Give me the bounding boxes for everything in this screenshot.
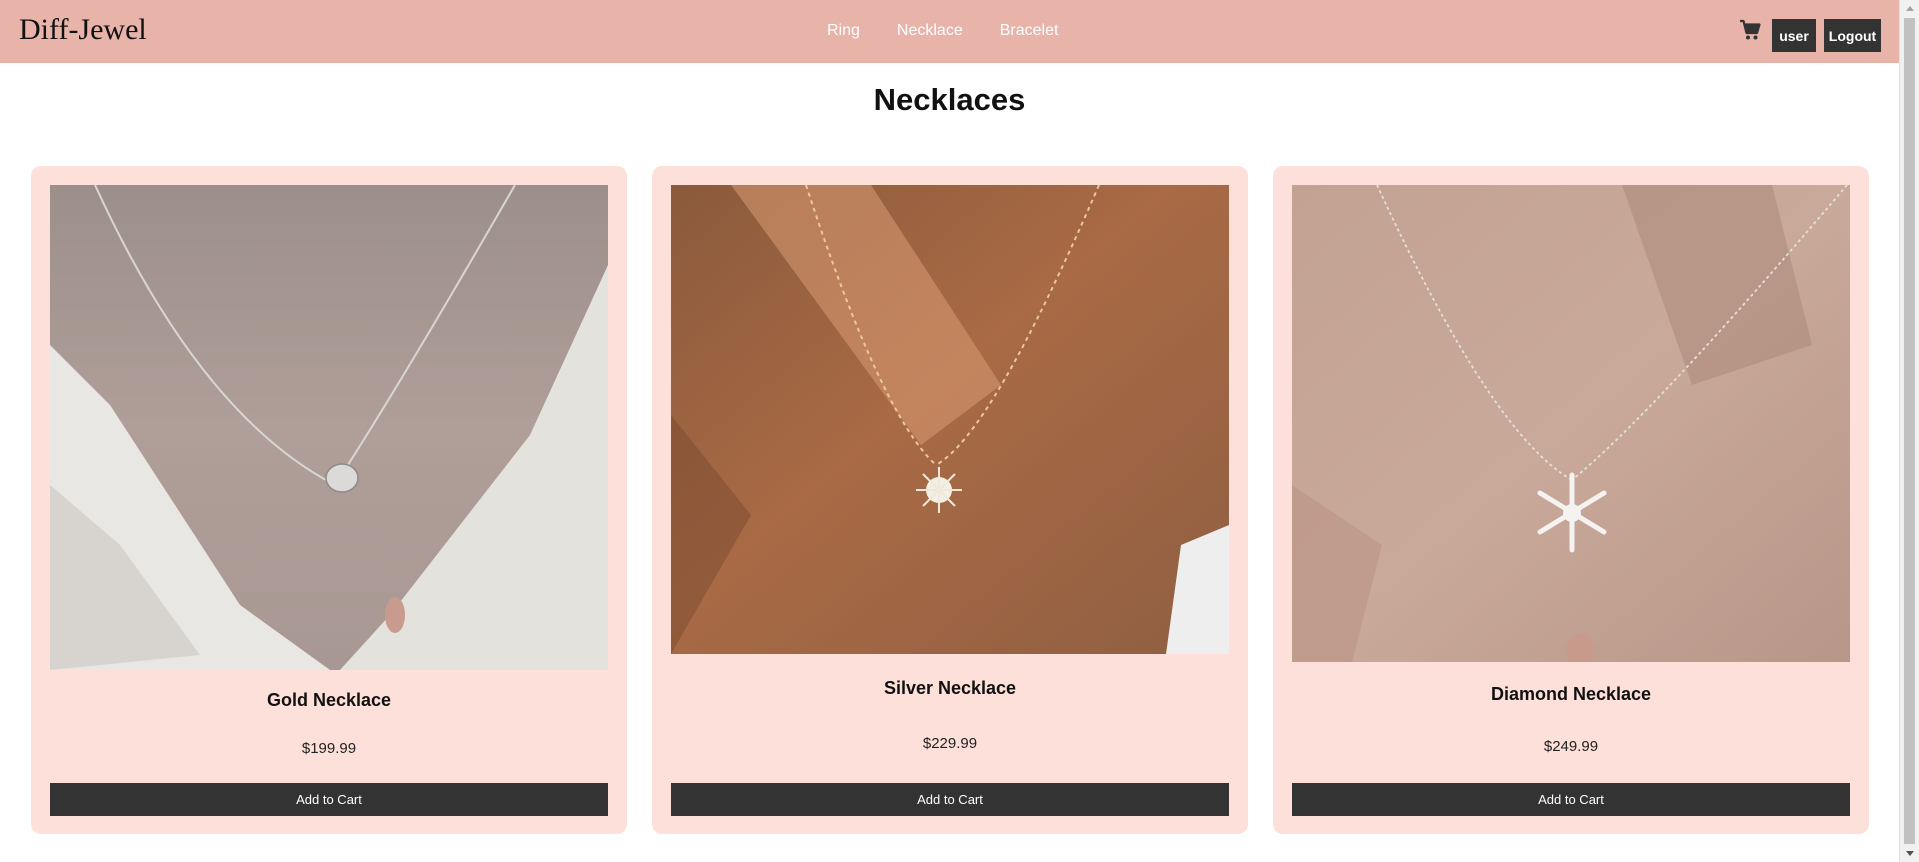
logout-button[interactable]: Logout	[1824, 19, 1881, 52]
top-navbar: Diff-Jewel Ring Necklace Bracelet user L…	[0, 0, 1899, 63]
brand-logo[interactable]: Diff-Jewel	[19, 12, 147, 48]
shopping-cart-icon[interactable]	[1739, 19, 1761, 41]
product-card: Diamond Necklace $249.99 Add to Cart	[1273, 166, 1869, 834]
product-name: Silver Necklace	[883, 678, 1017, 698]
main-nav: Ring Necklace Bracelet	[827, 20, 1095, 42]
product-price: $199.99	[301, 740, 357, 757]
add-to-cart-button[interactable]: Add to Cart	[671, 783, 1229, 816]
page: Diff-Jewel Ring Necklace Bracelet user L…	[0, 0, 1899, 862]
product-card: Silver Necklace $229.99 Add to Cart	[652, 166, 1248, 834]
product-card: Gold Necklace $199.99 Add to Cart	[31, 166, 627, 834]
product-image[interactable]	[50, 185, 608, 670]
product-image[interactable]	[671, 185, 1229, 654]
add-to-cart-button[interactable]: Add to Cart	[1292, 783, 1850, 816]
product-name: Diamond Necklace	[1490, 684, 1652, 704]
nav-link-ring[interactable]: Ring	[827, 20, 860, 42]
scroll-down-arrow-icon[interactable]	[1906, 851, 1914, 856]
product-price: $249.99	[1543, 738, 1599, 755]
user-button[interactable]: user	[1772, 19, 1816, 52]
page-title: Necklaces	[873, 82, 1026, 117]
product-image[interactable]	[1292, 185, 1850, 662]
vertical-scrollbar[interactable]	[1899, 0, 1919, 862]
nav-link-bracelet[interactable]: Bracelet	[1000, 20, 1059, 42]
nav-link-necklace[interactable]: Necklace	[897, 20, 963, 42]
product-name: Gold Necklace	[266, 690, 392, 710]
product-price: $229.99	[922, 735, 978, 752]
add-to-cart-button[interactable]: Add to Cart	[50, 783, 608, 816]
scroll-thumb[interactable]	[1904, 18, 1915, 844]
scroll-up-arrow-icon[interactable]	[1906, 6, 1914, 11]
